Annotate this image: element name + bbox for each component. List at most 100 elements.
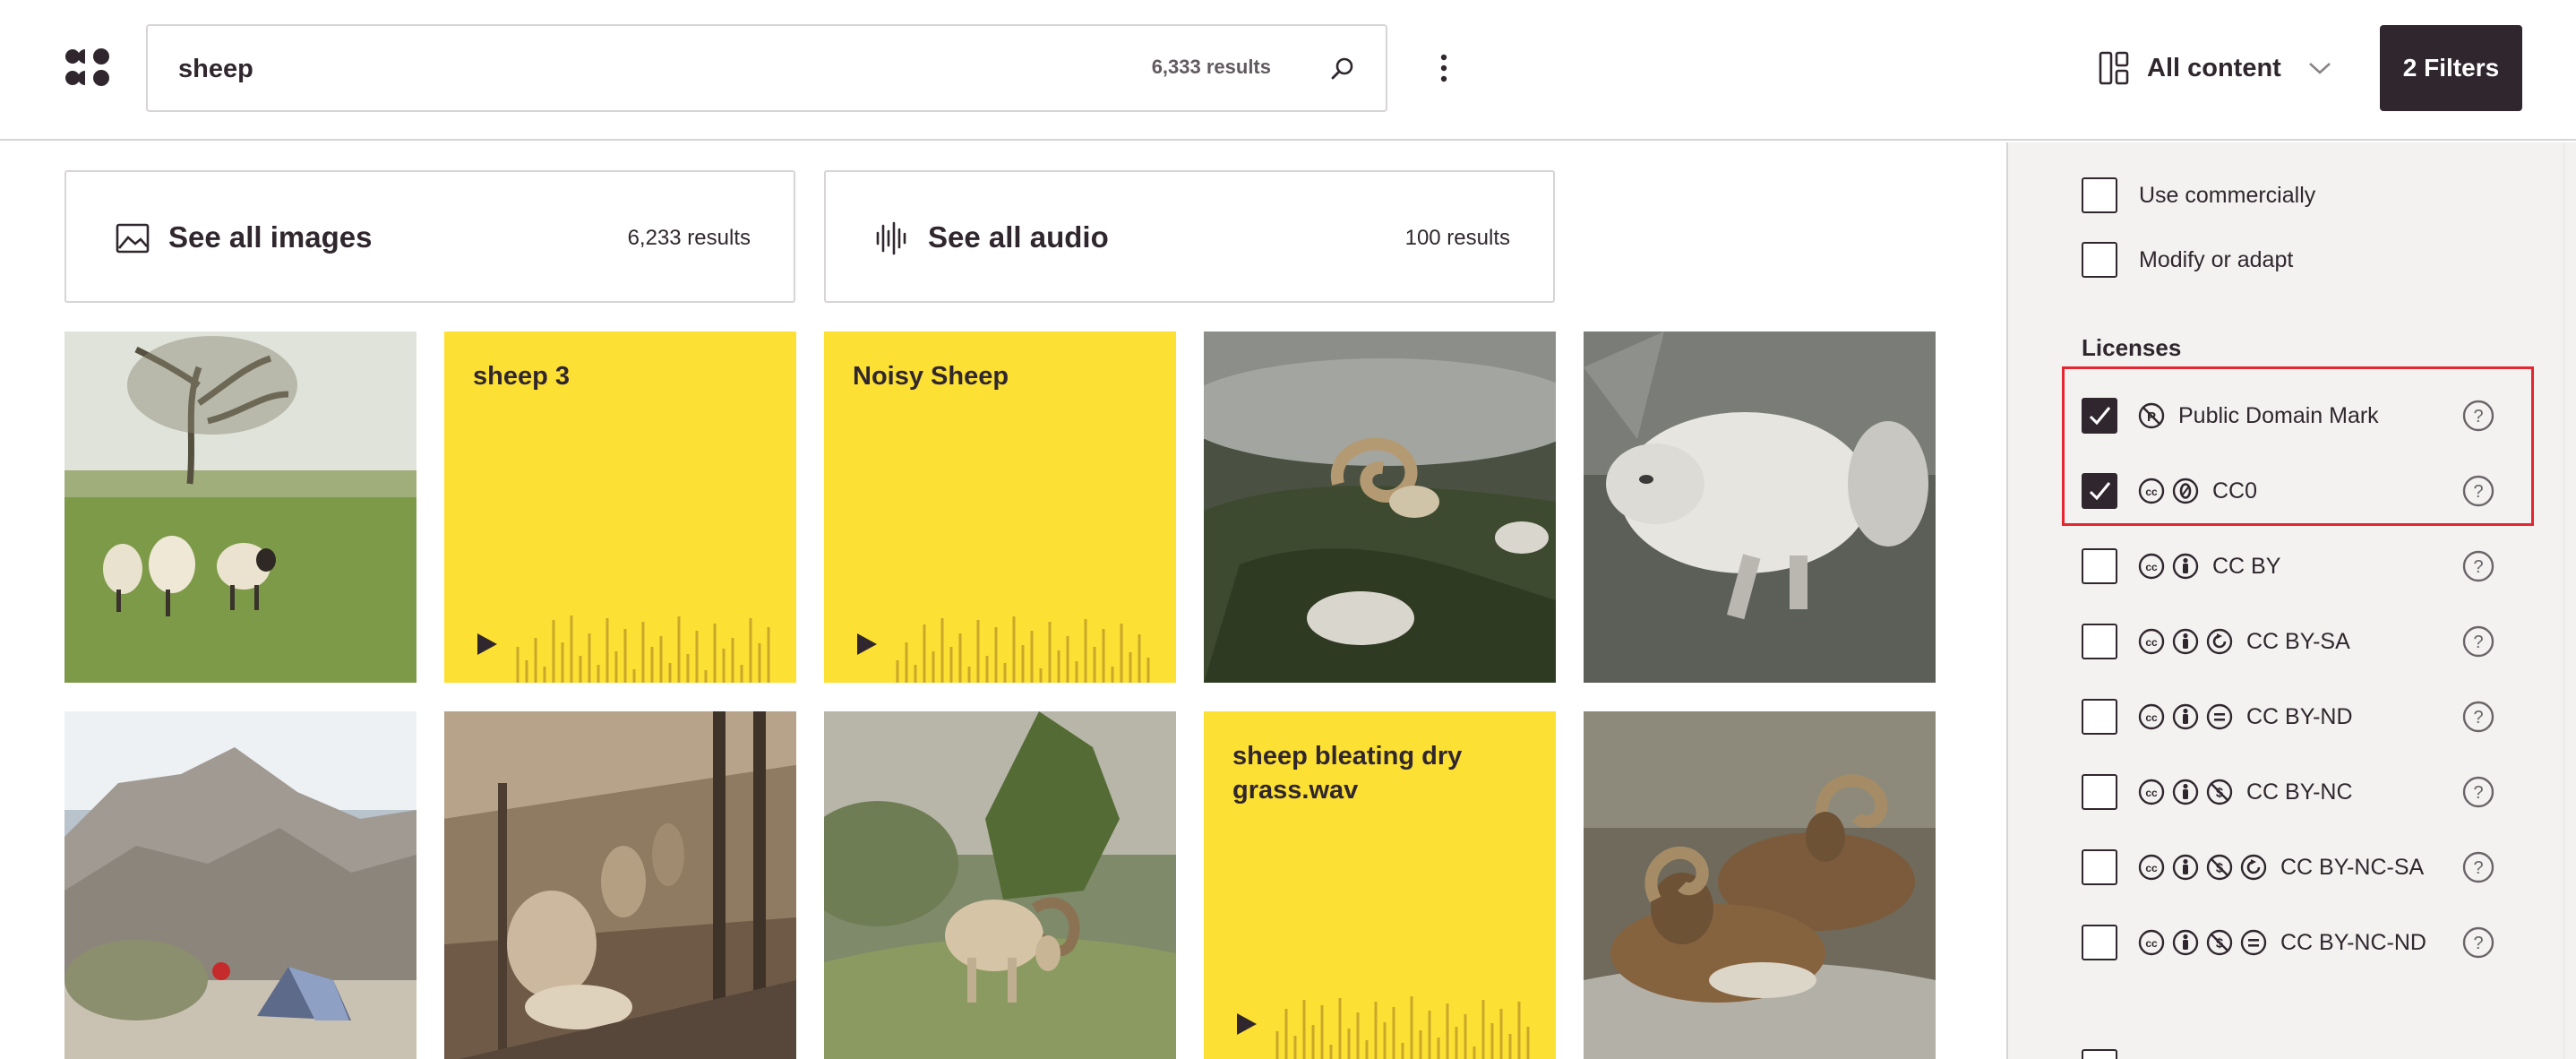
filter-sidebar: Use commercially Modify or adapt License… (2006, 142, 2576, 1059)
help-icon[interactable]: ? (2461, 624, 2495, 659)
content-type-label: All content (2147, 53, 2281, 82)
svg-text:?: ? (2473, 934, 2483, 953)
checkbox[interactable] (2082, 548, 2117, 584)
license-icons: cc $ (2137, 778, 2234, 806)
waveform (896, 616, 1150, 683)
audio-title: sheep bleating dry grass.wav (1232, 742, 1463, 805)
desert-camp-image (64, 711, 416, 1059)
image-result[interactable] (1204, 331, 1556, 683)
search-box: 6,333 results (146, 24, 1387, 112)
image-result[interactable] (444, 711, 796, 1059)
selection-highlight (2062, 366, 2534, 526)
see-all-images-link[interactable]: See all images 6,233 results (64, 170, 795, 303)
fluffy-sheep-image (1584, 331, 1936, 683)
cc-icon: cc (2138, 854, 2165, 881)
license-cc-by-nc-sa[interactable]: cc $ CC BY-NC-SA (2082, 848, 2424, 887)
svg-text:cc: cc (2145, 561, 2158, 573)
help-icon[interactable]: ? (2461, 700, 2495, 734)
audio-result[interactable]: Noisy Sheep (824, 331, 1176, 683)
audio-waveform-icon (876, 221, 906, 255)
more-menu-button[interactable] (1426, 47, 1462, 90)
svg-text:?: ? (2473, 557, 2483, 577)
license-label: CC BY (2212, 553, 2281, 579)
license-icons: cc $ (2137, 928, 2268, 957)
by-icon (2172, 553, 2199, 580)
license-label: CC BY-ND (2246, 703, 2353, 729)
license-cc-by-nc[interactable]: cc $ CC BY-NC (2082, 772, 2353, 812)
see-all-audio-link[interactable]: See all audio 100 results (824, 170, 1555, 303)
chevron-down-icon (2308, 63, 2331, 74)
search-button[interactable] (1323, 49, 1362, 89)
svg-text:cc: cc (2145, 787, 2158, 799)
image-icon (116, 223, 150, 254)
image-result[interactable] (824, 711, 1176, 1059)
license-cc-by-nc-nd[interactable]: cc $ CC BY-NC-ND (2082, 923, 2426, 962)
nd-icon (2206, 703, 2233, 730)
by-icon (2172, 779, 2199, 805)
play-icon[interactable] (1232, 1011, 1259, 1037)
checkbox[interactable] (2082, 177, 2117, 213)
help-icon[interactable]: ? (2461, 926, 2495, 960)
audio-result[interactable]: sheep bleating dry grass.wav (1204, 711, 1556, 1059)
license-icons: cc (2137, 702, 2234, 731)
sidebar-scrollbar[interactable] (2563, 142, 2576, 1059)
cc-icon: cc (2138, 553, 2165, 580)
sheep-field-image (64, 331, 416, 683)
help-icon[interactable]: ? (2461, 775, 2495, 809)
license-label: CC BY-NC (2246, 779, 2353, 805)
image-result[interactable] (64, 711, 416, 1059)
nc-icon: $ (2206, 779, 2233, 805)
svg-text:cc: cc (2145, 636, 2158, 649)
by-icon (2172, 854, 2199, 881)
cc-icon: cc (2138, 929, 2165, 956)
sa-icon (2206, 628, 2233, 655)
license-icons: cc $ (2137, 853, 2268, 882)
audio-title: sheep 3 (473, 362, 570, 391)
ram-horns-image (1204, 331, 1556, 683)
svg-text:?: ? (2473, 783, 2483, 803)
filter-modify-or-adapt[interactable]: Modify or adapt (2082, 240, 2293, 280)
image-result[interactable] (64, 331, 416, 683)
license-label: CC BY-NC-ND (2280, 929, 2426, 955)
content-type-switcher[interactable]: All content (2099, 39, 2358, 97)
help-icon[interactable]: ? (2461, 850, 2495, 884)
filter-label: Modify or adapt (2139, 246, 2294, 272)
waveform (1275, 996, 1530, 1059)
all-content-icon (2099, 51, 2129, 85)
search-input[interactable] (178, 48, 984, 90)
bighorn-rams-snow-image (1584, 711, 1936, 1059)
checkbox[interactable] (2082, 925, 2117, 960)
help-icon[interactable]: ? (2461, 549, 2495, 583)
audio-result[interactable]: sheep 3 (444, 331, 796, 683)
svg-text:?: ? (2473, 633, 2483, 652)
see-all-images-label: See all images (168, 220, 373, 254)
cc-icon: cc (2138, 779, 2165, 805)
filter-use-commercially[interactable]: Use commercially (2082, 176, 2315, 215)
checkbox[interactable] (2082, 699, 2117, 735)
openverse-logo-icon[interactable] (64, 47, 111, 88)
play-icon[interactable] (853, 631, 880, 658)
checkbox[interactable] (2082, 1049, 2117, 1059)
by-icon (2172, 628, 2199, 655)
filters-button[interactable]: 2 Filters (2380, 25, 2522, 111)
nc-icon: $ (2206, 929, 2233, 956)
search-results: See all images 6,233 results See all aud… (0, 142, 2006, 1059)
license-icons: cc (2137, 627, 2234, 656)
cc-icon: cc (2138, 628, 2165, 655)
play-icon[interactable] (473, 631, 500, 658)
nc-icon: $ (2206, 854, 2233, 881)
checkbox[interactable] (2082, 849, 2117, 885)
checkbox[interactable] (2082, 624, 2117, 659)
license-cc-by-nd[interactable]: cc CC BY-ND (2082, 697, 2353, 736)
image-result[interactable] (1584, 331, 1936, 683)
svg-text:cc: cc (2145, 862, 2158, 874)
license-cc-by[interactable]: cc CC BY (2082, 547, 2280, 586)
svg-text:?: ? (2473, 708, 2483, 728)
license-label: CC BY-NC-SA (2280, 854, 2425, 880)
checkbox[interactable] (2082, 774, 2117, 810)
image-result[interactable] (1584, 711, 1936, 1059)
cc-icon: cc (2138, 703, 2165, 730)
license-cc-by-sa[interactable]: cc CC BY-SA (2082, 622, 2350, 661)
checkbox[interactable] (2082, 242, 2117, 278)
license-label: CC BY-SA (2246, 628, 2350, 654)
